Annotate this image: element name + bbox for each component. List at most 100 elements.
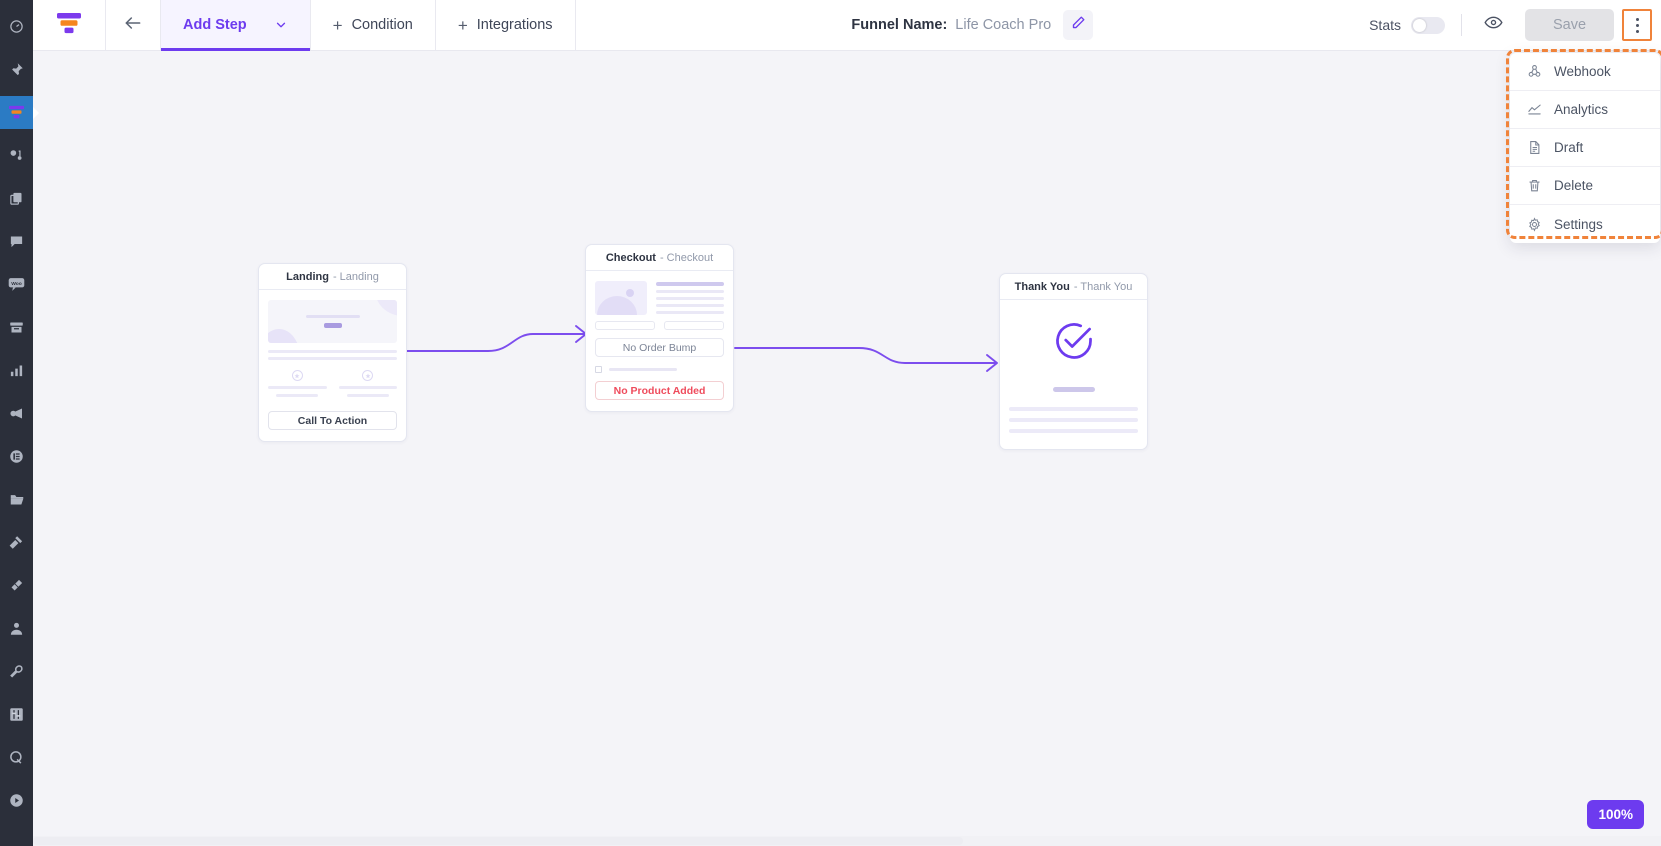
bar-chart-icon: [9, 363, 24, 378]
funnel-name-label: Funnel Name:: [851, 17, 948, 33]
eye-icon: [1484, 13, 1503, 37]
thankyou-heading-placeholder: [1052, 387, 1095, 392]
sidebar-item-pin[interactable]: [0, 53, 33, 86]
funnel-icon: [8, 105, 25, 120]
chat-bubble-icon: [9, 234, 24, 249]
main-area: Add Step + Condition + Integrations Funn…: [33, 0, 1661, 846]
sidebar-item-play[interactable]: [0, 784, 33, 817]
checkout-product-thumbnail: [595, 281, 647, 315]
sidebar-item-woo[interactable]: Woo: [0, 268, 33, 301]
step-title: Landing: [286, 270, 329, 283]
q-icon: [9, 750, 24, 765]
plus-icon: +: [332, 15, 343, 35]
horizontal-scrollbar[interactable]: [33, 836, 1661, 846]
step-card-thankyou-header: Thank You - Thank You: [1000, 274, 1147, 300]
checkout-order-bump[interactable]: No Order Bump: [595, 338, 724, 357]
line-chart-icon: [1527, 102, 1543, 117]
woo-icon: Woo: [8, 277, 25, 292]
check-circle-icon: [1052, 319, 1096, 368]
copy-icon: [9, 191, 24, 206]
archive-icon: [9, 320, 24, 335]
stats-toggle[interactable]: [1411, 16, 1445, 34]
svg-text:Woo: Woo: [11, 281, 22, 287]
chevron-down-icon[interactable]: [274, 18, 288, 32]
app-root: Woo Add Step + Condition + Integrations …: [0, 0, 1661, 846]
step-card-thankyou-preview: [1000, 300, 1147, 449]
preview-button[interactable]: [1478, 13, 1509, 37]
tab-add-step-label: Add Step: [183, 17, 247, 33]
sidebar-item-funnels[interactable]: [0, 96, 33, 129]
pin-icon: [9, 62, 24, 77]
sidebar-item-dashboard[interactable]: [0, 10, 33, 43]
step-card-checkout-header: Checkout - Checkout: [586, 245, 733, 271]
menu-item-draft[interactable]: Draft: [1510, 129, 1660, 167]
step-card-thankyou[interactable]: Thank You - Thank You: [999, 273, 1148, 450]
tab-integrations[interactable]: + Integrations: [436, 0, 576, 50]
checkout-product-lines: [656, 281, 724, 315]
checkout-checkbox-row: [595, 366, 724, 373]
connector-lines: [406, 325, 998, 372]
horizontal-scrollbar-thumb[interactable]: [33, 837, 963, 845]
landing-cta-button[interactable]: Call To Action: [268, 411, 397, 430]
sliders-icon: [9, 707, 24, 722]
edit-funnel-name-button[interactable]: [1063, 10, 1094, 40]
sidebar-item-templates[interactable]: [0, 182, 33, 215]
save-button[interactable]: Save: [1525, 9, 1614, 41]
step-card-landing[interactable]: Landing - Landing Call To Action: [258, 263, 407, 442]
step-subtitle: - Checkout: [659, 251, 714, 264]
menu-item-analytics[interactable]: Analytics: [1510, 91, 1660, 129]
sidebar-item-builder[interactable]: [0, 526, 33, 559]
stats-label: Stats: [1369, 17, 1401, 33]
app-logo[interactable]: [33, 0, 106, 50]
checkbox-icon[interactable]: [595, 366, 602, 373]
step-subtitle: - Landing: [332, 270, 379, 283]
step-subtitle: - Thank You: [1073, 280, 1133, 293]
menu-item-webhook[interactable]: Webhook: [1510, 53, 1660, 91]
menu-item-settings[interactable]: Settings: [1510, 205, 1660, 243]
zoom-level-badge[interactable]: 100%: [1587, 800, 1644, 829]
sidebar-item-reports[interactable]: [0, 354, 33, 387]
sidebar-item-marketing[interactable]: [0, 397, 33, 430]
checkout-input-placeholders: [595, 321, 724, 330]
folder-icon: [9, 492, 25, 507]
sidebar-item-archive[interactable]: [0, 311, 33, 344]
sidebar-item-users[interactable]: [0, 612, 33, 645]
connector-landing-to-checkout: [406, 333, 586, 352]
sidebar-item-tools[interactable]: [0, 655, 33, 688]
sidebar-item-messages[interactable]: [0, 225, 33, 258]
left-sidebar: Woo: [0, 0, 33, 846]
sidebar-item-list[interactable]: [0, 440, 33, 473]
more-options-button[interactable]: [1622, 9, 1652, 41]
toolbar-divider: [1461, 14, 1462, 36]
three-dots-vertical-icon: [1635, 16, 1639, 34]
list-circle-icon: [9, 449, 24, 464]
back-button[interactable]: [106, 0, 161, 50]
sidebar-item-queue[interactable]: [0, 741, 33, 774]
landing-features: [268, 370, 397, 397]
tab-add-step[interactable]: Add Step: [161, 0, 311, 51]
step-title: Thank You: [1014, 280, 1070, 293]
landing-hero-placeholder: [268, 300, 397, 343]
tab-condition[interactable]: + Condition: [311, 0, 436, 50]
menu-item-webhook-label: Webhook: [1554, 64, 1611, 79]
sidebar-item-plugins[interactable]: [0, 569, 33, 602]
step-card-checkout[interactable]: Checkout - Checkout No Order Bump No Pro…: [585, 244, 734, 412]
plus-icon: +: [457, 15, 468, 35]
sidebar-item-settings[interactable]: [0, 698, 33, 731]
sidebar-item-files[interactable]: [0, 483, 33, 516]
funnel-name-value: Life Coach Pro: [955, 17, 1052, 33]
document-icon: [1527, 140, 1543, 155]
connector-checkout-to-thankyou: [734, 347, 997, 364]
more-options-menu: Webhook Analytics Draft Delete Settings: [1510, 53, 1660, 243]
funnel-canvas[interactable]: Landing - Landing Call To Action Checkou…: [33, 51, 1661, 846]
user-icon: [9, 621, 24, 636]
menu-item-delete[interactable]: Delete: [1510, 167, 1660, 205]
landing-text-lines: [268, 350, 397, 360]
menu-item-draft-label: Draft: [1554, 140, 1584, 155]
stats-toggle-knob: [1413, 18, 1426, 32]
sidebar-item-automations[interactable]: [0, 139, 33, 172]
gauge-icon: [9, 19, 24, 34]
tab-condition-label: Condition: [351, 17, 413, 33]
megaphone-icon: [9, 406, 25, 421]
step-card-landing-preview: Call To Action: [259, 290, 406, 441]
